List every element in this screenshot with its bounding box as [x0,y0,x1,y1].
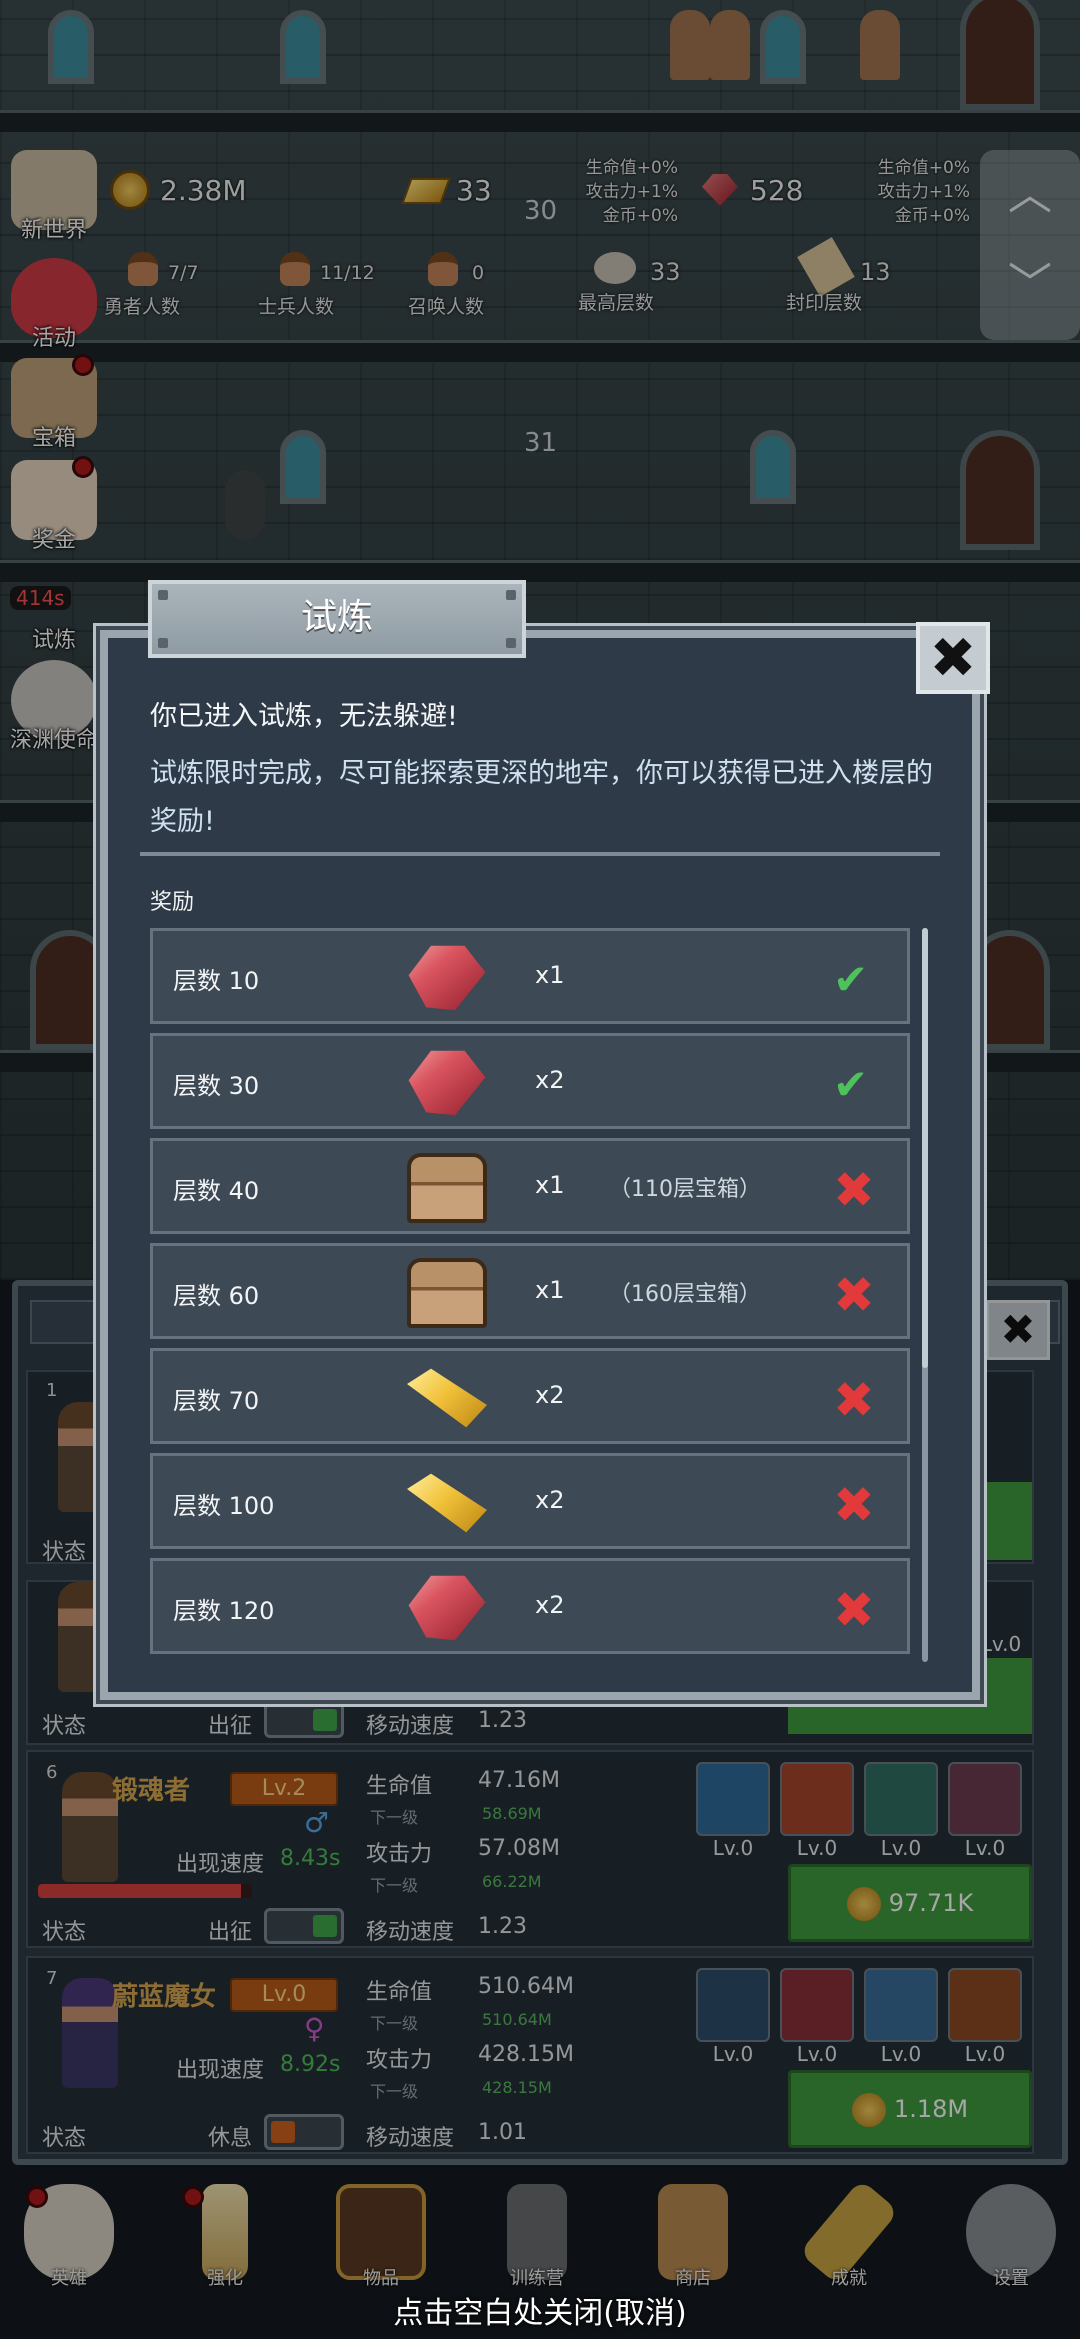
reward-row: 层数 30 x2 ✔ [150,1033,910,1129]
check-icon: ✔ [833,1060,869,1109]
reward-row: 层数 100 x2 ✖ [150,1453,910,1549]
gold-bar-icon [407,1473,487,1533]
scrollbar-thumb[interactable] [922,928,928,1368]
reward-list[interactable]: 层数 10 x1 ✔ 层数 30 x2 ✔ 层数 40 x1 （110层宝箱） ✖ 层数 60 x1 （… [150,928,910,1662]
reward-quantity: x2 [535,1381,565,1409]
ruby-icon [408,945,486,1011]
gold-bar-icon [407,1368,487,1428]
chest-icon [407,1258,487,1328]
reward-floor: 层数 60 [173,1282,260,1310]
reward-quantity: x1 [535,1171,565,1199]
reward-row: 层数 70 x2 ✖ [150,1348,910,1444]
rivet [158,590,168,600]
close-icon[interactable]: ✖ [916,622,990,694]
reward-note: （160层宝箱） [609,1282,761,1307]
cross-icon: ✖ [833,1266,875,1324]
reward-note: （110层宝箱） [609,1177,761,1202]
modal-title: 试炼 [148,580,526,658]
reward-quantity: x2 [535,1591,565,1619]
reward-quantity: x2 [535,1486,565,1514]
cross-icon: ✖ [833,1371,875,1429]
reward-row: 层数 40 x1 （110层宝箱） ✖ [150,1138,910,1234]
cross-icon: ✖ [833,1161,875,1219]
rivet [506,590,516,600]
rewards-header: 奖励 [150,890,195,915]
modal-title-text: 试炼 [300,597,373,638]
reward-row: 层数 120 x2 ✖ [150,1558,910,1654]
reward-quantity: x1 [535,961,565,989]
ruby-icon [408,1050,486,1116]
reward-floor: 层数 40 [173,1177,260,1205]
reward-floor: 层数 100 [173,1492,275,1520]
reward-floor: 层数 10 [173,967,260,995]
divider [140,852,940,856]
trial-intro-description: 试炼限时完成，尽可能探索更深的地牢，你可以获得已进入楼层的奖励! [150,758,933,837]
trial-intro-warning: 你已进入试炼，无法躲避! [150,701,458,732]
cross-icon: ✖ [833,1476,875,1534]
reward-floor: 层数 120 [173,1597,275,1625]
reward-list-scrollbar[interactable] [922,928,928,1662]
reward-row: 层数 60 x1 （160层宝箱） ✖ [150,1243,910,1339]
reward-floor: 层数 30 [173,1072,260,1100]
ruby-icon [408,1575,486,1641]
check-icon: ✔ [833,955,869,1004]
reward-floor: 层数 70 [173,1387,260,1415]
reward-quantity: x2 [535,1066,565,1094]
reward-quantity: x1 [535,1276,565,1304]
rivet [506,638,516,648]
cross-icon: ✖ [833,1581,875,1639]
reward-row: 层数 10 x1 ✔ [150,928,910,1024]
chest-icon [407,1153,487,1223]
rivet [158,638,168,648]
close-hint: 点击空白处关闭(取消) [393,2296,687,2331]
